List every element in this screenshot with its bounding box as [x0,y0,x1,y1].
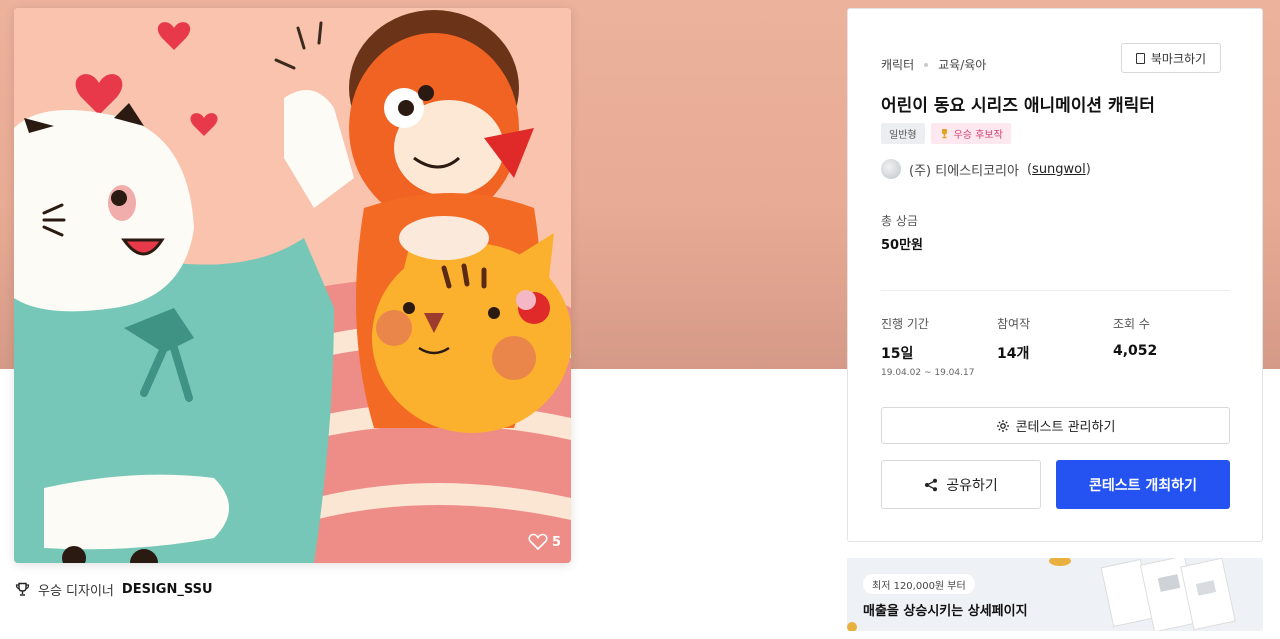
like-count: 5 [551,534,561,550]
breadcrumb: 캐릭터 교육/육아 [881,56,986,73]
breadcrumb-separator [924,62,929,67]
breadcrumb-subcategory[interactable]: 교육/육아 [938,56,986,73]
contest-info-panel: 캐릭터 교육/육아 북마크하기 어린이 동요 시리즈 애니메이션 캐릭터 일반형… [847,8,1263,542]
prize-label: 총 상금 [881,214,918,228]
views-value: 4,052 [1113,343,1158,359]
trophy-icon [15,582,30,596]
winner-candidate-label: 우승 후보작 [953,130,1003,141]
host-avatar[interactable] [881,159,901,179]
ad-title: 매출을 상승시키는 상세페이지 [863,604,1028,619]
trophy-icon [941,129,947,139]
period-label: 진행 기간 [881,317,929,331]
designer-prefix: 우승 디자이너 [38,584,114,599]
host-name: (주) 티에스티코리아 [909,163,1019,179]
manage-contest-button[interactable]: 콘테스트 관리하기 [881,407,1230,444]
stat-period: 진행 기간 15일 19.04.02 ~ 19.04.17 [881,315,974,378]
host-contest-button[interactable]: 콘테스트 개최하기 [1056,460,1230,509]
winner-designer: 우승 디자이너 DESIGN_SSU [15,580,213,599]
breadcrumb-category[interactable]: 캐릭터 [881,56,914,73]
ad-banner[interactable]: 최저 120,000원 부터 매출을 상승시키는 상세페이지 [847,558,1263,631]
prize-value: 50만원 [881,238,924,253]
bookmark-icon [1135,52,1145,64]
gear-icon [996,419,1009,432]
contest-artwork[interactable]: 5 [14,8,571,563]
winner-candidate-badge: 우승 후보작 [930,123,1011,144]
coin-decoration [1049,558,1071,566]
designer-name[interactable]: DESIGN_SSU [122,582,213,597]
ad-mockup-illustration [1100,558,1236,631]
contest-badges: 일반형 우승 후보작 [881,123,1011,144]
share-button[interactable]: 공유하기 [881,460,1041,509]
type-badge: 일반형 [881,123,925,144]
contest-title: 어린이 동요 시리즈 애니메이션 캐릭터 [881,96,1155,116]
coin-decoration [847,622,857,631]
manage-contest-label: 콘테스트 관리하기 [1015,420,1116,435]
heart-icon [528,533,548,551]
stat-views: 조회 수 4,052 [1113,315,1157,359]
bookmark-label: 북마크하기 [1150,51,1207,66]
character-illustration [14,8,571,563]
like-counter[interactable]: 5 [528,533,561,551]
entries-label: 참여작 [997,317,1031,331]
share-icon [925,478,938,491]
period-value: 15일 [881,346,914,362]
views-label: 조회 수 [1113,317,1150,331]
entries-value: 14개 [997,346,1030,362]
share-label: 공유하기 [946,477,998,494]
contest-host: (주) 티에스티코리아 (sungwol) [881,159,1091,179]
bookmark-button[interactable]: 북마크하기 [1121,43,1221,73]
stat-entries: 참여작 14개 [997,315,1030,363]
period-dates: 19.04.02 ~ 19.04.17 [881,368,975,378]
ad-price-pill: 최저 120,000원 부터 [863,574,975,594]
host-id-link[interactable]: sungwol [1032,162,1086,177]
divider [881,290,1230,291]
